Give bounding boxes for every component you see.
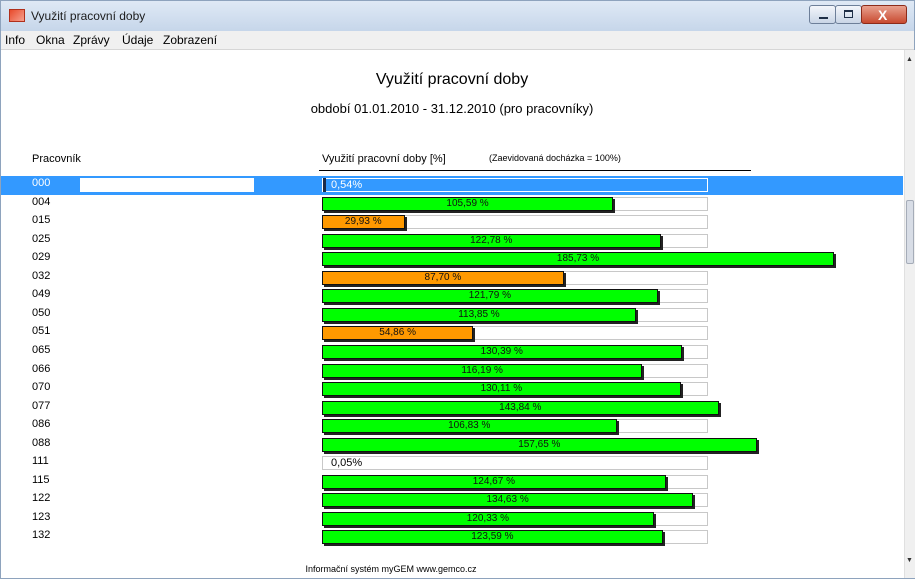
usage-value-label: 134,63 %	[486, 494, 529, 505]
maximize-button[interactable]	[835, 5, 862, 24]
minimize-icon	[819, 17, 828, 19]
scroll-thumb[interactable]	[906, 200, 914, 264]
worker-row[interactable]: 032 87,70 %	[1, 269, 903, 288]
vertical-scrollbar[interactable]: ▲ ▼	[904, 50, 915, 578]
worker-row[interactable]: 070 130,11 %	[1, 380, 903, 399]
worker-id: 132	[32, 529, 51, 541]
worker-row[interactable]: 004 105,59 %	[1, 195, 903, 214]
worker-id: 066	[32, 363, 51, 375]
menu-udaje[interactable]: Údaje	[122, 33, 153, 47]
usage-value-label: 116,19 %	[461, 365, 503, 376]
usage-value-label: 54,86 %	[379, 327, 416, 338]
scroll-up-arrow-icon[interactable]: ▲	[906, 56, 913, 63]
report-footer: Informační systém myGEM www.gemco.cz	[305, 564, 477, 574]
worker-id: 070	[32, 381, 51, 393]
worker-id: 077	[32, 400, 51, 412]
worker-row[interactable]: 029 185,73 %	[1, 250, 903, 269]
worker-id: 122	[32, 492, 51, 504]
menu-okna[interactable]: Okna	[36, 33, 65, 47]
worker-row[interactable]: 051 54,86 %	[1, 324, 903, 343]
window-title: Využití pracovní doby	[31, 9, 146, 23]
worker-id: 049	[32, 288, 51, 300]
worker-id: 029	[32, 251, 51, 263]
header-divider	[319, 170, 751, 171]
usage-value-label: 106,83 %	[448, 420, 491, 431]
title-bar[interactable]: Využití pracovní doby X	[1, 1, 914, 32]
worker-row[interactable]: 066 116,19 %	[1, 362, 903, 381]
worker-row[interactable]: 088 157,65 %	[1, 436, 903, 455]
worker-row[interactable]: 123 120,33 %	[1, 510, 903, 529]
menu-bar: Info Okna Zprávy Údaje Zobrazení	[1, 31, 914, 50]
menu-info[interactable]: Info	[5, 33, 25, 47]
usage-value-label: 105,59 %	[446, 198, 489, 209]
worker-row[interactable]: 065 130,39 %	[1, 343, 903, 362]
menu-zobrazeni[interactable]: Zobrazení	[163, 33, 217, 47]
worker-row[interactable]: 132 123,59 %	[1, 528, 903, 547]
app-window: Využití pracovní doby X Info Okna Zprávy…	[0, 0, 915, 579]
worker-row[interactable]: 122 134,63 %	[1, 491, 903, 510]
worker-id: 111	[32, 455, 49, 467]
usage-bar-track	[322, 178, 708, 192]
worker-row[interactable]: 015 29,93 %	[1, 213, 903, 232]
worker-row[interactable]: 115 124,67 %	[1, 473, 903, 492]
report-area: Využití pracovní doby období 01.01.2010 …	[1, 50, 903, 578]
worker-id: 115	[32, 474, 50, 486]
worker-id: 065	[32, 344, 51, 356]
worker-id: 025	[32, 233, 51, 245]
worker-id: 088	[32, 437, 51, 449]
worker-row[interactable]: 000 0,54%	[1, 176, 903, 195]
minimize-button[interactable]	[809, 5, 836, 24]
usage-value-label: 130,39 %	[480, 346, 523, 357]
usage-value-label: 130,11 %	[480, 383, 523, 394]
worker-id: 051	[32, 325, 51, 337]
usage-value-label: 120,33 %	[466, 513, 510, 524]
report-title: Využití pracovní doby	[375, 71, 529, 88]
usage-value-label: 0,54%	[331, 179, 363, 191]
column-header-note: (Zaevidovaná docházka = 100%)	[489, 153, 621, 163]
usage-value-label: 121,79 %	[468, 290, 512, 301]
worker-row[interactable]: 086 106,83 %	[1, 417, 903, 436]
usage-value-label: 0,05%	[331, 457, 363, 469]
report-period: období 01.01.2010 - 31.12.2010 (pro prac…	[310, 101, 594, 116]
usage-value-label: 87,70 %	[424, 272, 462, 283]
column-header-usage: Využití pracovní doby [%]	[322, 153, 446, 165]
usage-value-label: 29,93 %	[344, 216, 382, 227]
close-button[interactable]: X	[861, 5, 907, 24]
worker-row[interactable]: 077 143,84 %	[1, 399, 903, 418]
worker-row[interactable]: 111 0,05%	[1, 454, 903, 473]
usage-value-label: 122,78 %	[470, 235, 513, 246]
worker-row[interactable]: 050 113,85 %	[1, 306, 903, 325]
usage-bar-track	[322, 456, 708, 470]
worker-id: 123	[32, 511, 51, 523]
worker-id: 050	[32, 307, 51, 319]
worker-row[interactable]: 049 121,79 %	[1, 287, 903, 306]
usage-bar	[323, 178, 326, 192]
menu-zpravy[interactable]: Zprávy	[73, 33, 110, 47]
column-header-worker: Pracovník	[32, 153, 81, 165]
worker-id: 015	[32, 214, 51, 226]
worker-id: 004	[32, 196, 51, 208]
usage-value-label: 124,67 %	[472, 476, 515, 487]
worker-name-field	[80, 178, 254, 192]
usage-value-label: 123,59 %	[471, 531, 514, 542]
worker-id: 086	[32, 418, 51, 430]
app-icon[interactable]	[9, 9, 25, 22]
usage-value-label: 143,84 %	[499, 402, 542, 413]
usage-value-label: 113,85 %	[458, 309, 500, 320]
close-icon: X	[878, 7, 888, 23]
worker-id: 000	[32, 177, 51, 189]
scroll-down-arrow-icon[interactable]: ▼	[906, 557, 913, 564]
maximize-icon	[844, 10, 853, 18]
usage-value-label: 157,65 %	[518, 439, 561, 450]
worker-id: 032	[32, 270, 51, 282]
usage-value-label: 185,73 %	[556, 253, 600, 264]
worker-row[interactable]: 025 122,78 %	[1, 232, 903, 251]
